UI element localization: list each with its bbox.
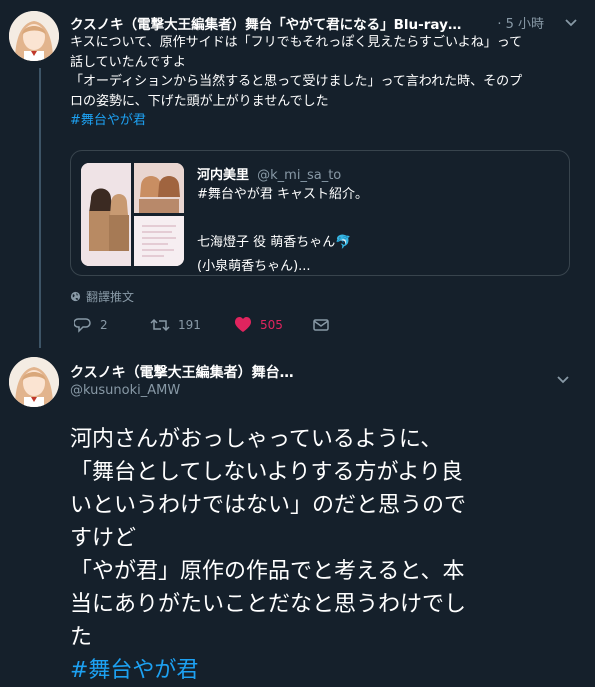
- share-button[interactable]: [312, 316, 338, 334]
- quoted-media-image: [134, 163, 184, 213]
- quoted-tweet-card[interactable]: 河内美里 @k_mi_sa_to #舞台やが君 キャスト紹介。 七海燈子 役 萌…: [70, 150, 570, 276]
- hashtag-link[interactable]: #舞台やが君: [70, 654, 570, 687]
- translate-label: 翻譯推文: [86, 290, 135, 304]
- quoted-media-image: [81, 163, 131, 266]
- quoted-text-line: (小泉萌香ちゃん)...: [197, 259, 311, 274]
- tweet-text-line: 「やが君」原作の作品でと考えると、本: [70, 559, 465, 584]
- tweet-text-line: た: [70, 625, 93, 650]
- quoted-tweet-text: #舞台やが君 キャスト紹介。 七海燈子 役 萌香ちゃん🐬 (小泉萌香ちゃん)..…: [197, 183, 368, 279]
- quoted-author-handle: @k_mi_sa_to: [257, 168, 342, 183]
- author-avatar[interactable]: [9, 357, 59, 407]
- chevron-down-icon[interactable]: [561, 12, 581, 32]
- tweet-text-line: 当にありがたいことだなと思うわけでし: [70, 592, 467, 617]
- author-name[interactable]: クスノキ（電撃大王編集者）舞台「やがて君になる」Blu-ray…: [70, 13, 461, 33]
- like-count: 505: [260, 318, 283, 332]
- thread-connector-line: [39, 68, 41, 348]
- retweet-count: 191: [178, 318, 201, 332]
- reply-icon: [74, 318, 91, 333]
- tweet-action-bar: 2 191 505: [74, 316, 374, 338]
- chevron-down-icon[interactable]: [553, 369, 573, 389]
- retweet-button[interactable]: 191: [150, 316, 201, 334]
- mail-icon: [313, 319, 329, 331]
- retweet-icon: [150, 318, 170, 332]
- quoted-text-line: #舞台やが君 キャスト紹介。: [197, 187, 369, 202]
- quoted-author-name: 河内美里: [197, 168, 250, 183]
- quoted-media-image: [134, 216, 184, 266]
- author-handle[interactable]: @kusunoki_AMW: [70, 383, 180, 398]
- tweet-text-line: 話していたんですよ: [70, 54, 186, 70]
- tweet-text-line: 「舞台としてしないよりする方がより良: [70, 460, 463, 485]
- author-avatar[interactable]: [9, 11, 59, 61]
- tweet-text-line: ロの姿勢に、下げた頭が上がりませんでした: [70, 93, 329, 109]
- reply-count: 2: [100, 318, 108, 332]
- tweet-header: クスノキ（電撃大王編集者）舞台「やがて君になる」Blu-ray… · 5 小時: [70, 13, 580, 33]
- tweet-text-line: 河内さんがおっしゃっているように、: [70, 427, 443, 452]
- translate-tweet-link[interactable]: 翻譯推文: [70, 288, 134, 305]
- quoted-text-line: [197, 207, 368, 231]
- hashtag-link[interactable]: #舞台やが君: [70, 111, 570, 131]
- tweet-text-line: 「オーディションから当然すると思って受けました」って言われた時、そのプ: [70, 74, 523, 89]
- quoted-tweet-header: 河内美里 @k_mi_sa_to: [197, 164, 341, 183]
- tweet-text: 河内さんがおっしゃっているように、 「舞台としてしないよりする方がより良 いとい…: [70, 423, 570, 687]
- author-name[interactable]: クスノキ（電撃大王編集者）舞台…: [70, 362, 294, 382]
- like-button[interactable]: 505: [234, 316, 283, 334]
- reply-button[interactable]: 2: [74, 316, 108, 334]
- tweet-text-line: すけど: [70, 526, 137, 551]
- quoted-text-line: 七海燈子 役 萌香ちゃん🐬: [197, 235, 352, 250]
- tweet-text: キスについて、原作サイドは「フリでもそれっぽく見えたらすごいよね」って 話してい…: [70, 33, 570, 131]
- tweet-text-line: いというわけではない」のだと思うので: [70, 493, 467, 518]
- heart-icon: [235, 317, 251, 332]
- globe-icon: [70, 291, 81, 302]
- tweet-timestamp[interactable]: · 5 小時: [497, 13, 544, 32]
- tweet-text-line: キスについて、原作サイドは「フリでもそれっぽく見えたらすごいよね」って: [70, 35, 523, 50]
